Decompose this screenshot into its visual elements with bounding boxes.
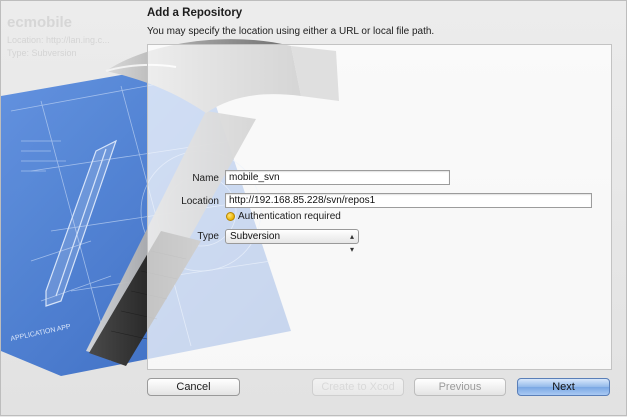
previous-button[interactable]: Previous (414, 378, 506, 396)
type-select-value: Subversion (230, 231, 281, 242)
sheet-title: Add a Repository (147, 7, 243, 19)
cancel-button[interactable]: Cancel (147, 378, 240, 396)
authentication-status: Authentication required (238, 211, 341, 222)
next-button[interactable]: Next (517, 378, 610, 396)
location-label: Location (181, 196, 219, 207)
add-repository-sheet: ecmobile Location: http://lan.ing.c... T… (0, 0, 627, 416)
chevron-updown-icon: ▴ ▾ (349, 232, 354, 254)
warning-status-icon (226, 212, 235, 221)
name-field[interactable]: mobile_svn (225, 170, 450, 185)
type-label: Type (197, 231, 219, 242)
sheet-subtitle: You may specify the location using eithe… (147, 26, 435, 37)
location-field[interactable]: http://192.168.85.228/svn/repos1 (225, 193, 592, 208)
faded-background-button: Create to Xcod (312, 378, 404, 396)
type-select[interactable]: Subversion ▴ ▾ (225, 229, 359, 254)
name-label: Name (192, 173, 219, 184)
